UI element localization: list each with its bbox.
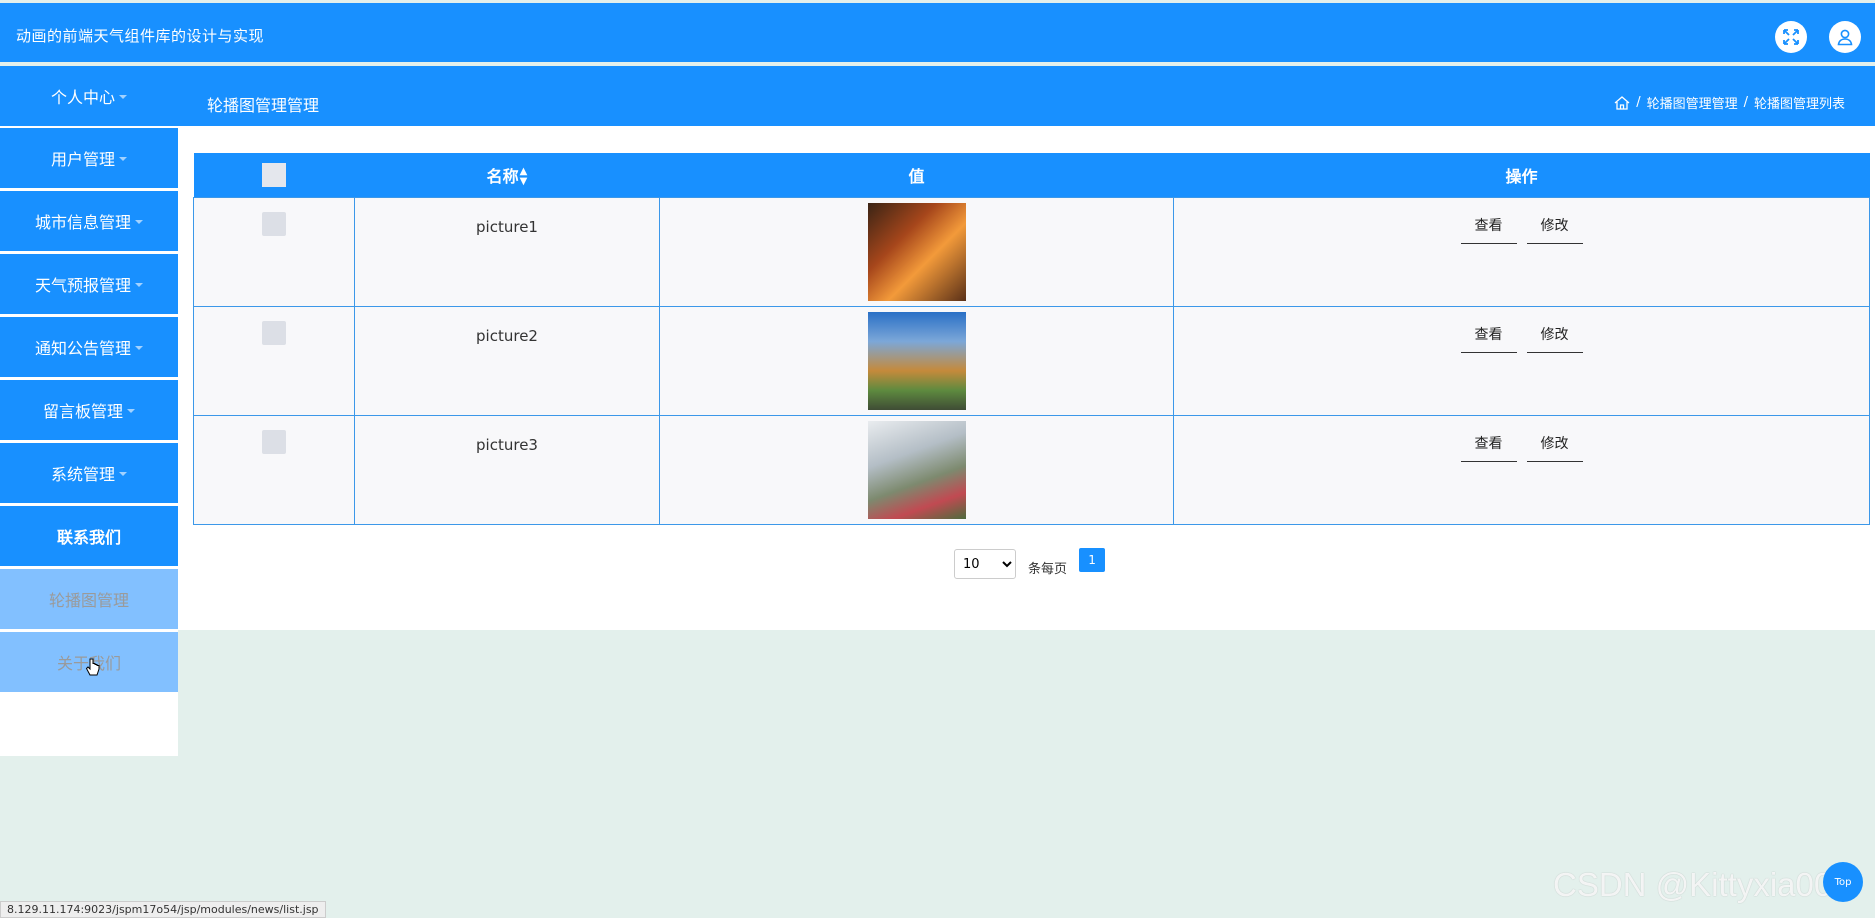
content-header: 轮播图管理管理 / 轮播图管理管理 / 轮播图管理列表 xyxy=(178,66,1875,126)
breadcrumb-separator: / xyxy=(1743,95,1748,110)
edit-button[interactable]: 修改 xyxy=(1526,215,1583,244)
app-title: 动画的前端天气组件库的设计与实现 xyxy=(16,27,265,45)
table-header-row: 名称▲ ▼ 值 操作 xyxy=(193,153,1870,197)
value-cell xyxy=(659,305,1174,416)
breadcrumb: / 轮播图管理管理 / 轮播图管理列表 xyxy=(1614,93,1845,112)
status-bar-url: 8.129.11.174:9023/jspm17o54/jsp/modules/… xyxy=(0,901,326,918)
sidebar-item-label: 轮播图管理 xyxy=(48,591,129,610)
caret-down-icon xyxy=(135,346,143,350)
sidebar-item-city-info[interactable]: 城市信息管理 xyxy=(0,191,178,251)
back-to-top-button[interactable]: Top xyxy=(1823,862,1863,902)
select-all-header xyxy=(193,153,355,197)
view-button[interactable]: 查看 xyxy=(1460,215,1517,244)
sidebar-item-system[interactable]: 系统管理 xyxy=(0,443,178,503)
name-cell: picture2 xyxy=(354,305,660,416)
row-select-cell xyxy=(193,414,355,525)
fullscreen-button[interactable] xyxy=(1775,21,1807,53)
home-icon[interactable] xyxy=(1614,95,1630,110)
pointer-cursor-icon xyxy=(85,658,100,676)
row-checkbox[interactable] xyxy=(262,211,286,236)
sidebar-item-personal-center[interactable]: 个人中心 xyxy=(0,66,178,126)
breadcrumb-separator: / xyxy=(1636,95,1641,110)
sidebar-item-label: 联系我们 xyxy=(56,528,121,547)
column-header-value: 值 xyxy=(659,153,1174,197)
carousel-table: 名称▲ ▼ 值 操作 picture1 查看 修改 picture2 查看 修改… xyxy=(193,153,1870,525)
expand-icon xyxy=(1783,29,1799,45)
page-title: 轮播图管理管理 xyxy=(207,96,320,115)
table-row: picture2 查看 修改 xyxy=(193,305,1870,416)
sidebar-item-label: 留言板管理 xyxy=(42,402,123,421)
caret-down-icon xyxy=(127,409,135,413)
page-number-current[interactable]: 1 xyxy=(1079,547,1106,572)
sidebar-item-user-management[interactable]: 用户管理 xyxy=(0,128,178,188)
sidebar-item-carousel[interactable]: 轮播图管理 xyxy=(0,569,178,629)
actions-cell: 查看 修改 xyxy=(1173,305,1870,416)
caret-down-icon xyxy=(135,283,143,287)
row-select-cell xyxy=(193,305,355,416)
sidebar-item-message-board[interactable]: 留言板管理 xyxy=(0,380,178,440)
main-content: 名称▲ ▼ 值 操作 picture1 查看 修改 picture2 查看 修改… xyxy=(178,126,1875,630)
edit-button[interactable]: 修改 xyxy=(1526,324,1583,353)
sidebar-item-weather-forecast[interactable]: 天气预报管理 xyxy=(0,254,178,314)
caret-down-icon xyxy=(135,220,143,224)
row-select-cell xyxy=(193,196,355,307)
value-cell xyxy=(659,414,1174,525)
sidebar-item-label: 天气预报管理 xyxy=(34,276,131,295)
select-all-checkbox[interactable] xyxy=(262,162,286,187)
table-row: picture1 查看 修改 xyxy=(193,196,1870,307)
sidebar-item-label: 个人中心 xyxy=(50,88,115,107)
column-header-name[interactable]: 名称▲ ▼ xyxy=(354,153,660,197)
sidebar-item-label: 城市信息管理 xyxy=(34,213,131,232)
pagination: 10 条每页 1 xyxy=(954,547,1106,579)
sidebar-item-label: 系统管理 xyxy=(50,465,115,484)
caret-down-icon xyxy=(119,157,127,161)
name-cell: picture3 xyxy=(354,414,660,525)
page-size-select[interactable]: 10 xyxy=(954,549,1016,579)
table-row: picture3 查看 修改 xyxy=(193,414,1870,525)
sidebar-item-contact-us[interactable]: 联系我们 xyxy=(0,506,178,566)
user-icon xyxy=(1837,29,1853,46)
column-header-actions: 操作 xyxy=(1173,153,1870,197)
caret-down-icon xyxy=(119,472,127,476)
sidebar: 个人中心 用户管理 城市信息管理 天气预报管理 通知公告管理 留言板管理 系统管… xyxy=(0,66,178,756)
row-checkbox[interactable] xyxy=(262,429,286,454)
view-button[interactable]: 查看 xyxy=(1460,324,1517,353)
view-button[interactable]: 查看 xyxy=(1460,433,1517,462)
carousel-image-thumbnail xyxy=(867,202,966,301)
breadcrumb-item-current: 轮播图管理列表 xyxy=(1753,97,1845,112)
sort-icon[interactable]: ▲ ▼ xyxy=(520,167,528,187)
carousel-image-thumbnail xyxy=(867,420,966,519)
sidebar-item-notices[interactable]: 通知公告管理 xyxy=(0,317,178,377)
value-cell xyxy=(659,196,1174,307)
name-cell: picture1 xyxy=(354,196,660,307)
sidebar-item-label: 通知公告管理 xyxy=(34,339,131,358)
per-page-label: 条每页 xyxy=(1028,561,1068,577)
edit-button[interactable]: 修改 xyxy=(1526,433,1583,462)
actions-cell: 查看 修改 xyxy=(1173,414,1870,525)
caret-down-icon xyxy=(119,95,127,99)
sidebar-item-label: 用户管理 xyxy=(50,150,115,169)
top-header: 动画的前端天气组件库的设计与实现 xyxy=(0,3,1875,62)
row-checkbox[interactable] xyxy=(262,320,286,345)
breadcrumb-item-parent[interactable]: 轮播图管理管理 xyxy=(1647,93,1738,112)
actions-cell: 查看 修改 xyxy=(1173,196,1870,307)
user-menu-button[interactable] xyxy=(1829,21,1861,53)
carousel-image-thumbnail xyxy=(867,311,966,410)
watermark: CSDN @Kittyxia001 xyxy=(1553,866,1851,903)
